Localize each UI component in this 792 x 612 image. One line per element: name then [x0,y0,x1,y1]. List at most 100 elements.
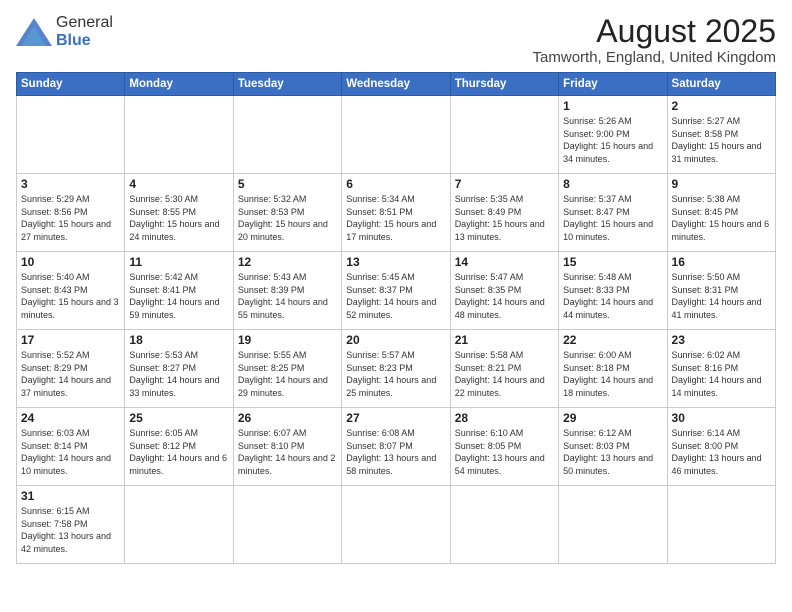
calendar-cell: 14 Sunrise: 5:47 AM Sunset: 8:35 PM Dayli… [450,252,558,330]
calendar-cell [125,96,233,174]
calendar-cell: 17 Sunrise: 5:52 AM Sunset: 8:29 PM Dayli… [17,330,125,408]
day-info: Sunrise: 5:35 AM Sunset: 8:49 PM Dayligh… [455,193,554,243]
day-info: Sunrise: 5:45 AM Sunset: 8:37 PM Dayligh… [346,271,445,321]
day-info: Sunrise: 5:50 AM Sunset: 8:31 PM Dayligh… [672,271,771,321]
day-number: 6 [346,177,445,191]
day-number: 17 [21,333,120,347]
day-number: 20 [346,333,445,347]
calendar-cell: 19Sunrise: 5:55 AM Sunset: 8:25 PM Dayli… [233,330,341,408]
calendar-header-row: Sunday Monday Tuesday Wednesday Thursday… [17,73,776,96]
calendar-cell: 24Sunrise: 6:03 AM Sunset: 8:14 PM Dayli… [17,408,125,486]
generalblue-logo-icon [16,18,52,46]
header-thursday: Thursday [450,73,558,96]
day-number: 7 [455,177,554,191]
day-number: 31 [21,489,120,503]
day-number: 16 [672,255,771,269]
day-info: Sunrise: 6:10 AM Sunset: 8:05 PM Dayligh… [455,427,554,477]
calendar-cell: 4 Sunrise: 5:30 AM Sunset: 8:55 PM Daylig… [125,174,233,252]
day-info: Sunrise: 5:38 AM Sunset: 8:45 PM Dayligh… [672,193,771,243]
day-info: Sunrise: 6:14 AM Sunset: 8:00 PM Dayligh… [672,427,771,477]
day-info: Sunrise: 6:12 AM Sunset: 8:03 PM Dayligh… [563,427,662,477]
calendar-cell: 7 Sunrise: 5:35 AM Sunset: 8:49 PM Daylig… [450,174,558,252]
day-number: 4 [129,177,228,191]
day-info: Sunrise: 5:40 AM Sunset: 8:43 PM Dayligh… [21,271,120,321]
day-info: Sunrise: 5:32 AM Sunset: 8:53 PM Dayligh… [238,193,337,243]
day-number: 12 [238,255,337,269]
day-info: Sunrise: 5:43 AM Sunset: 8:39 PM Dayligh… [238,271,337,321]
calendar-cell: 10 Sunrise: 5:40 AM Sunset: 8:43 PM Dayli… [17,252,125,330]
calendar-cell [17,96,125,174]
calendar-cell: 16 Sunrise: 5:50 AM Sunset: 8:31 PM Dayli… [667,252,775,330]
calendar-body: 1 Sunrise: 5:26 AM Sunset: 9:00 PM Daylig… [17,96,776,564]
calendar-title: August 2025 [533,14,776,49]
day-info: Sunrise: 6:15 AM Sunset: 7:58 PM Dayligh… [21,505,120,555]
calendar-cell: 6 Sunrise: 5:34 AM Sunset: 8:51 PM Daylig… [342,174,450,252]
logo: General Blue [16,14,113,50]
day-info: Sunrise: 5:52 AM Sunset: 8:29 PM Dayligh… [21,349,120,399]
day-info: Sunrise: 5:30 AM Sunset: 8:55 PM Dayligh… [129,193,228,243]
day-number: 30 [672,411,771,425]
calendar-cell: 26 Sunrise: 6:07 AM Sunset: 8:10 PM Dayli… [233,408,341,486]
day-number: 22 [563,333,662,347]
day-number: 26 [238,411,337,425]
calendar-cell: 29 Sunrise: 6:12 AM Sunset: 8:03 PM Dayli… [559,408,667,486]
calendar-cell: 25Sunrise: 6:05 AM Sunset: 8:12 PM Dayli… [125,408,233,486]
calendar-cell: 30 Sunrise: 6:14 AM Sunset: 8:00 PM Dayli… [667,408,775,486]
day-info: Sunrise: 5:47 AM Sunset: 8:35 PM Dayligh… [455,271,554,321]
day-number: 25 [129,411,228,425]
calendar-cell [342,96,450,174]
header-sunday: Sunday [17,73,125,96]
calendar-cell: 2 Sunrise: 5:27 AM Sunset: 8:58 PM Daylig… [667,96,775,174]
calendar-cell: 22 Sunrise: 6:00 AM Sunset: 8:18 PM Dayli… [559,330,667,408]
day-number: 1 [563,99,662,113]
calendar-cell: 20 Sunrise: 5:57 AM Sunset: 8:23 PM Dayli… [342,330,450,408]
header: General Blue August 2025 Tamworth, Engla… [16,14,776,66]
day-number: 13 [346,255,445,269]
header-saturday: Saturday [667,73,775,96]
calendar-cell: 27 Sunrise: 6:08 AM Sunset: 8:07 PM Dayli… [342,408,450,486]
day-number: 10 [21,255,120,269]
day-info: Sunrise: 6:02 AM Sunset: 8:16 PM Dayligh… [672,349,771,399]
title-block: August 2025 Tamworth, England, United Ki… [533,14,776,66]
day-info: Sunrise: 6:00 AM Sunset: 8:18 PM Dayligh… [563,349,662,399]
calendar-cell [450,486,558,564]
logo-text: General Blue [56,14,113,50]
day-number: 9 [672,177,771,191]
day-info: Sunrise: 6:03 AM Sunset: 8:14 PM Dayligh… [21,427,120,477]
day-info: Sunrise: 5:42 AM Sunset: 8:41 PM Dayligh… [129,271,228,321]
calendar-cell: 23 Sunrise: 6:02 AM Sunset: 8:16 PM Dayli… [667,330,775,408]
day-info: Sunrise: 5:53 AM Sunset: 8:27 PM Dayligh… [129,349,228,399]
day-number: 2 [672,99,771,113]
header-wednesday: Wednesday [342,73,450,96]
day-number: 21 [455,333,554,347]
calendar-cell: 13 Sunrise: 5:45 AM Sunset: 8:37 PM Dayli… [342,252,450,330]
calendar-cell [233,486,341,564]
calendar-cell: 8Sunrise: 5:37 AM Sunset: 8:47 PM Daylig… [559,174,667,252]
day-number: 14 [455,255,554,269]
day-info: Sunrise: 5:55 AM Sunset: 8:25 PM Dayligh… [238,349,337,399]
day-number: 15 [563,255,662,269]
day-number: 27 [346,411,445,425]
day-info: Sunrise: 5:58 AM Sunset: 8:21 PM Dayligh… [455,349,554,399]
calendar-cell: 1 Sunrise: 5:26 AM Sunset: 9:00 PM Daylig… [559,96,667,174]
day-number: 29 [563,411,662,425]
day-info: Sunrise: 5:27 AM Sunset: 8:58 PM Dayligh… [672,115,771,165]
calendar-cell: 11Sunrise: 5:42 AM Sunset: 8:41 PM Dayli… [125,252,233,330]
calendar-cell [233,96,341,174]
calendar-cell: 21 Sunrise: 5:58 AM Sunset: 8:21 PM Dayli… [450,330,558,408]
calendar-subtitle: Tamworth, England, United Kingdom [533,49,776,66]
day-info: Sunrise: 6:08 AM Sunset: 8:07 PM Dayligh… [346,427,445,477]
day-number: 23 [672,333,771,347]
header-friday: Friday [559,73,667,96]
calendar-cell [559,486,667,564]
day-info: Sunrise: 6:07 AM Sunset: 8:10 PM Dayligh… [238,427,337,477]
day-info: Sunrise: 5:57 AM Sunset: 8:23 PM Dayligh… [346,349,445,399]
day-number: 8 [563,177,662,191]
day-info: Sunrise: 5:26 AM Sunset: 9:00 PM Dayligh… [563,115,662,165]
day-info: Sunrise: 5:34 AM Sunset: 8:51 PM Dayligh… [346,193,445,243]
calendar-cell: 12 Sunrise: 5:43 AM Sunset: 8:39 PM Dayli… [233,252,341,330]
calendar-cell: 9 Sunrise: 5:38 AM Sunset: 8:45 PM Daylig… [667,174,775,252]
day-number: 18 [129,333,228,347]
header-monday: Monday [125,73,233,96]
calendar-cell: 28Sunrise: 6:10 AM Sunset: 8:05 PM Dayli… [450,408,558,486]
